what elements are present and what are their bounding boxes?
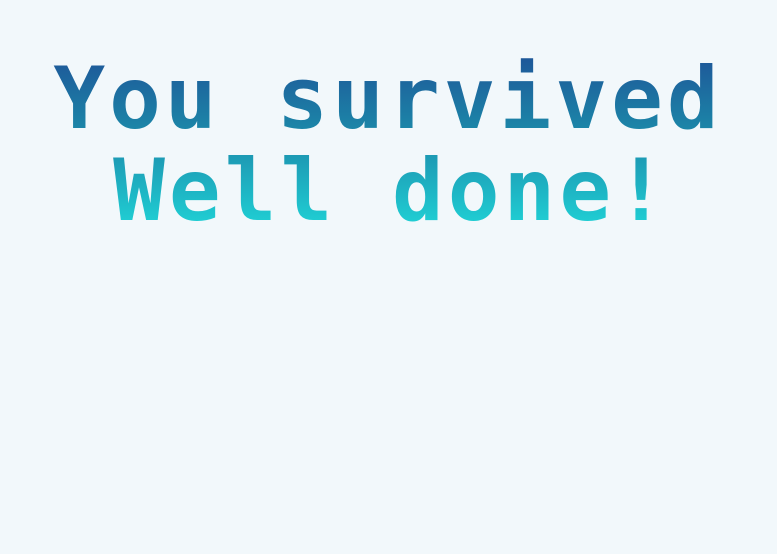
victory-banner: You survived Well done! [0,44,777,234]
headline-well-done: Well done! [113,141,671,234]
headline-you-survived: You survived [53,49,722,149]
victory-banner-graphic: You survived Well done! [53,49,722,234]
game-over-screen: You survived Well done! [0,0,777,554]
